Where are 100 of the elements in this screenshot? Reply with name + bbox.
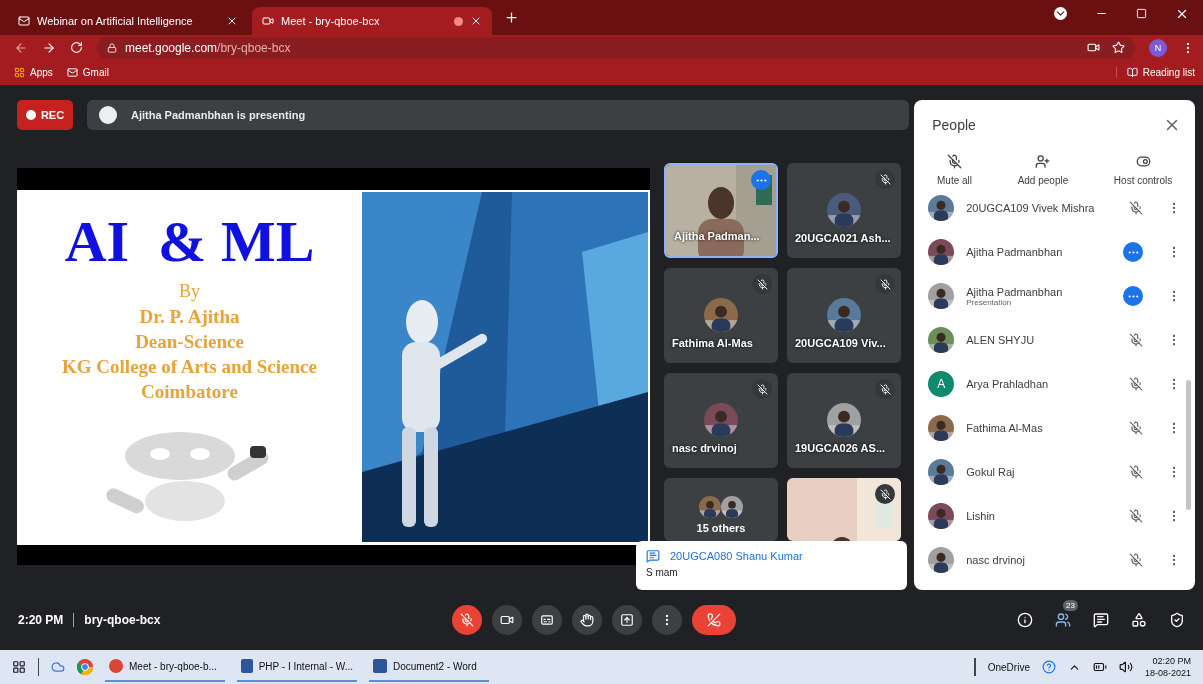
- panel-action-button[interactable]: Host controls: [1109, 154, 1177, 186]
- panel-action-button[interactable]: Add people: [1013, 154, 1073, 186]
- lock-icon: [107, 42, 117, 53]
- onedrive-label[interactable]: OneDrive: [987, 661, 1030, 673]
- add-person-icon: [1035, 154, 1051, 169]
- recording-badge: REC: [17, 100, 73, 130]
- taskbar-window[interactable]: PHP - I Internal - W...: [237, 652, 357, 682]
- tab-search-icon[interactable]: [1054, 7, 1067, 20]
- participant-name: Gokul Raj: [966, 466, 1016, 478]
- battery-icon[interactable]: [1092, 660, 1107, 674]
- camera-icon[interactable]: [1087, 41, 1100, 54]
- phone-icon: [707, 613, 722, 627]
- chrome-icon[interactable]: [77, 659, 93, 675]
- participant-row[interactable]: 20UGCA109 Vivek Mishra: [914, 186, 1195, 230]
- muted-icon[interactable]: [1129, 509, 1143, 523]
- video-tile[interactable]: Fathima Al-Mas: [664, 268, 778, 363]
- scrollbar[interactable]: [1186, 380, 1191, 510]
- close-tab-icon[interactable]: [470, 15, 482, 27]
- leave-call-button[interactable]: [692, 605, 737, 635]
- taskbar-window[interactable]: Meet - bry-qboe-b...: [105, 652, 225, 682]
- back-icon[interactable]: [14, 40, 28, 55]
- participant-row[interactable]: Lishin: [914, 494, 1195, 538]
- bookmark-link[interactable]: Apps: [14, 67, 53, 78]
- present-icon: [620, 613, 635, 627]
- camera-icon: [500, 613, 515, 627]
- tab-title: Meet - bry-qboe-bcx: [281, 15, 381, 27]
- participant-name: ALEN SHYJU: [966, 334, 1036, 346]
- restore-icon[interactable]: [1136, 8, 1147, 19]
- shield-icon[interactable]: [1169, 612, 1185, 628]
- participant-subtitle: Presentation: [966, 297, 1013, 307]
- panel-title: People: [932, 117, 976, 133]
- participant-row[interactable]: Fathima Al-Mas: [914, 406, 1195, 450]
- people-icon: [1055, 612, 1071, 628]
- bookmark-star-icon[interactable]: [1112, 41, 1125, 54]
- chat-notification[interactable]: 20UGCA080 Shanu Kumar S mam: [636, 541, 907, 590]
- video-tile[interactable]: 15 others: [664, 478, 778, 541]
- present-button[interactable]: [612, 605, 643, 635]
- chat-icon[interactable]: [1093, 612, 1109, 628]
- muted-icon[interactable]: [1129, 553, 1143, 567]
- avatar-initial: A: [928, 371, 955, 397]
- participant-name: Fathima Al-Mas: [966, 422, 1044, 434]
- info-icon[interactable]: [1017, 612, 1033, 628]
- captions-icon: [540, 613, 555, 627]
- reading-list-button[interactable]: Reading list: [1115, 67, 1195, 78]
- close-tab-icon[interactable]: [226, 15, 238, 27]
- participant-row[interactable]: nasc drvinoj: [914, 538, 1195, 582]
- participant-name: nasc drvinoj: [672, 442, 737, 454]
- microphone-button[interactable]: [452, 605, 483, 635]
- participant-row[interactable]: ALEN SHYJU: [914, 318, 1195, 362]
- browser-tab[interactable]: Meet - bry-qboe-bcx: [252, 7, 492, 35]
- video-tile[interactable]: 19UGCA026 AS...: [787, 373, 901, 468]
- forward-icon[interactable]: [42, 40, 56, 55]
- slide-text: Dr. P. Ajitha: [139, 305, 240, 329]
- shapes-icon[interactable]: [1131, 612, 1147, 628]
- mic-off-icon: [460, 613, 475, 627]
- new-tab-icon[interactable]: [504, 10, 519, 25]
- participant-row[interactable]: Gokul Raj: [914, 450, 1195, 494]
- meeting-time: 2:20 PM: [18, 613, 64, 627]
- address-bar[interactable]: meet.google.com/bry-qboe-bcx: [97, 36, 1135, 59]
- slide-title: AI & ML: [64, 208, 315, 275]
- bookmark-link[interactable]: Gmail: [66, 67, 109, 78]
- presenting-indicator[interactable]: [1123, 242, 1143, 262]
- muted-icon[interactable]: [1129, 333, 1143, 347]
- camera-button[interactable]: [492, 605, 523, 635]
- slide-text: KG College of Arts and Science: [62, 355, 317, 379]
- profile-avatar[interactable]: N: [1149, 38, 1167, 57]
- participant-row[interactable]: Ajitha Padmanbhan Presentation: [914, 274, 1195, 318]
- muted-icon[interactable]: [1129, 421, 1143, 435]
- muted-icon[interactable]: [1129, 201, 1143, 215]
- video-tile[interactable]: 20UGCA109 Viv...: [787, 268, 901, 363]
- video-icon: [262, 15, 274, 27]
- apps-icon: [14, 67, 25, 78]
- hand-icon: [580, 613, 595, 627]
- slide-text: By: [179, 280, 200, 303]
- raise-hand-button[interactable]: [572, 605, 603, 635]
- slide-text: Coimbatore: [141, 380, 238, 404]
- volume-icon[interactable]: [1118, 660, 1133, 674]
- taskbar-window[interactable]: Document2 - Word: [369, 652, 489, 682]
- people-count: 23: [1063, 600, 1078, 611]
- muted-icon[interactable]: [1129, 465, 1143, 479]
- help-icon[interactable]: [1041, 660, 1056, 674]
- tab-title: Webinar on Artificial Intelligence: [37, 15, 194, 27]
- presenter-avatar: [99, 106, 117, 124]
- participant-row[interactable]: Ajitha Padmanbhan: [914, 230, 1195, 274]
- captions-button[interactable]: [532, 605, 563, 635]
- browser-tab[interactable]: Webinar on Artificial Intelligence: [8, 7, 248, 35]
- participant-name: 20UGCA109 Vivek Mishra: [966, 202, 1096, 214]
- chat-icon: [646, 549, 660, 563]
- presenting-indicator[interactable]: [1123, 286, 1143, 306]
- participant-name: 20UGCA109 Viv...: [795, 337, 886, 349]
- reload-icon[interactable]: [70, 41, 83, 54]
- start-icon[interactable]: [12, 660, 26, 674]
- panel-action-button[interactable]: Mute all: [933, 154, 977, 186]
- muted-icon[interactable]: [1129, 377, 1143, 391]
- meeting-code: bry-qboe-bcx: [84, 613, 161, 627]
- video-tile[interactable]: 20UGCA021 Ash...: [787, 163, 901, 258]
- slide-text: Dean-Science: [135, 330, 244, 354]
- video-tile[interactable]: nasc drvinoj: [664, 373, 778, 468]
- mic-off-icon: [947, 154, 963, 169]
- participant-row[interactable]: A Arya Prahladhan: [914, 362, 1195, 406]
